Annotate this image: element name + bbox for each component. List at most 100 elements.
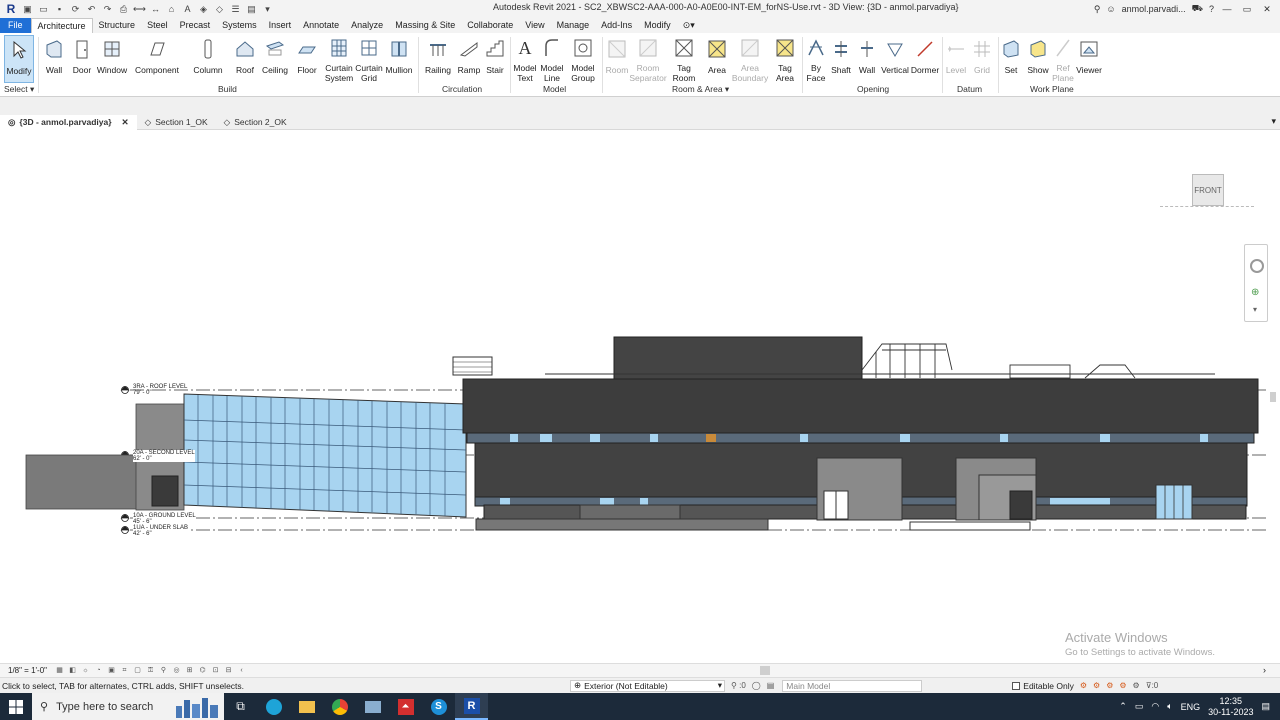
scroll-left-icon[interactable]: ‹ bbox=[236, 666, 247, 675]
lock-view-icon[interactable]: ⚿ bbox=[145, 666, 156, 675]
shaft-button[interactable]: Shaft bbox=[828, 35, 854, 83]
column-button[interactable]: Column bbox=[192, 35, 224, 83]
grid-button[interactable]: Grid bbox=[970, 35, 994, 83]
sun-path-icon[interactable]: ☼ bbox=[80, 666, 91, 675]
vertical-scrollbar[interactable] bbox=[1270, 392, 1276, 402]
chrome-button[interactable] bbox=[323, 693, 356, 720]
area-boundary-button[interactable]: Area Boundary bbox=[732, 35, 768, 83]
model-line-button[interactable]: Model Line bbox=[538, 35, 566, 83]
mullion-button[interactable]: Mullion bbox=[384, 35, 414, 83]
redo-icon[interactable]: ↷ bbox=[101, 3, 114, 16]
curtain-grid-button[interactable]: Curtain Grid bbox=[354, 35, 384, 83]
volume-icon[interactable]: 🔈︎ bbox=[1167, 701, 1172, 712]
model-group-button[interactable]: Model Group bbox=[568, 35, 598, 83]
skype-button[interactable]: S bbox=[422, 693, 455, 720]
tab-modify[interactable]: Modify bbox=[638, 18, 677, 33]
curtain-system-button[interactable]: Curtain System bbox=[322, 35, 356, 83]
tab-add-ins[interactable]: Add-Ins bbox=[595, 18, 638, 33]
start-button[interactable] bbox=[0, 693, 32, 720]
network-icon[interactable]: ▭ bbox=[1135, 701, 1144, 712]
select-by-face-icon[interactable]: ⚙ bbox=[1119, 681, 1126, 690]
vertical-opening-button[interactable]: Vertical bbox=[880, 35, 910, 83]
area-button[interactable]: Area bbox=[704, 35, 730, 83]
reveal-hidden-icon[interactable]: ◎ bbox=[171, 666, 182, 675]
highlight-displacement-icon[interactable]: ⊡ bbox=[210, 666, 221, 675]
tab-annotate[interactable]: Annotate bbox=[297, 18, 345, 33]
floor-button[interactable]: Floor bbox=[294, 35, 320, 83]
level-button[interactable]: Level bbox=[944, 35, 968, 83]
drag-elements-icon[interactable]: ⚙ bbox=[1133, 681, 1140, 690]
by-face-button[interactable]: By Face bbox=[804, 35, 828, 83]
notifications-icon[interactable]: ▤ bbox=[1261, 701, 1270, 712]
tab-collaborate[interactable]: Collaborate bbox=[461, 18, 519, 33]
dimension-icon[interactable]: ↔ bbox=[149, 3, 162, 16]
stair-button[interactable]: Stair bbox=[484, 35, 506, 83]
ref-plane-button[interactable]: Ref Plane bbox=[1050, 35, 1076, 83]
mail-button[interactable] bbox=[356, 693, 389, 720]
tab-structure[interactable]: Structure bbox=[93, 18, 142, 33]
workset-selector[interactable]: ⊕ Exterior (Not Editable) ▾ bbox=[570, 679, 725, 692]
selection-count[interactable]: ⚲ :0 bbox=[731, 681, 746, 690]
select-pinned-icon[interactable]: ⚙ bbox=[1106, 681, 1113, 690]
measure-icon[interactable]: ⟷ bbox=[133, 3, 146, 16]
view-tab-section-1[interactable]: ◇ Section 1_OK bbox=[137, 115, 216, 130]
ramp-button[interactable]: Ramp bbox=[456, 35, 482, 83]
maximize-button[interactable]: ▭ bbox=[1240, 4, 1254, 15]
acrobat-button[interactable]: ⏶ bbox=[389, 693, 422, 720]
section-icon[interactable]: ◇ bbox=[213, 3, 226, 16]
clock[interactable]: 12:35 30-11-2023 bbox=[1208, 696, 1253, 718]
cart-icon[interactable]: ⛟ bbox=[1192, 3, 1203, 15]
tabs-menu-icon[interactable]: ▾ bbox=[1271, 116, 1276, 127]
user-name[interactable]: anmol.parvadi... bbox=[1122, 4, 1186, 14]
editable-only-checkbox[interactable] bbox=[1012, 681, 1021, 690]
panel-label-room-area[interactable]: Room & Area ▾ bbox=[672, 84, 729, 95]
room-separator-button[interactable]: Room Separator bbox=[629, 35, 667, 83]
edge-button[interactable] bbox=[257, 693, 290, 720]
help-icon[interactable]: ? bbox=[1209, 4, 1214, 14]
room-button[interactable]: Room bbox=[604, 35, 630, 83]
window-button[interactable]: Window bbox=[96, 35, 128, 83]
customize-qat-icon[interactable]: ▾ bbox=[261, 3, 274, 16]
ceiling-button[interactable]: Ceiling bbox=[260, 35, 290, 83]
close-tab-icon[interactable]: ✕ bbox=[122, 117, 129, 128]
viewcube-face[interactable]: FRONT bbox=[1192, 174, 1224, 206]
viewcube[interactable]: FRONT bbox=[1160, 170, 1254, 216]
view-scale[interactable]: 1/8" = 1'-0" bbox=[0, 666, 54, 675]
active-design-option-icon[interactable]: ▤ bbox=[767, 681, 775, 690]
design-options-icon[interactable]: ◯ bbox=[752, 681, 761, 690]
close-button[interactable]: ✕ bbox=[1260, 4, 1274, 15]
open-icon[interactable]: ▭ bbox=[37, 3, 50, 16]
crop-view-icon[interactable]: ⌗ bbox=[119, 666, 130, 675]
tab-view[interactable]: View bbox=[519, 18, 550, 33]
view-tab-3d[interactable]: ◎ {3D - anmol.parvadiya} ✕ bbox=[0, 114, 137, 130]
file-explorer-button[interactable] bbox=[290, 693, 323, 720]
3d-view-icon[interactable]: ◈ bbox=[197, 3, 210, 16]
switch-windows-icon[interactable]: ▤ bbox=[245, 3, 258, 16]
render-icon[interactable]: ▣ bbox=[106, 666, 117, 675]
analytical-model-icon[interactable]: ⌬ bbox=[197, 666, 208, 675]
tab-massing-site[interactable]: Massing & Site bbox=[389, 18, 461, 33]
show-crop-icon[interactable]: ▢ bbox=[132, 666, 143, 675]
tab-analyze[interactable]: Analyze bbox=[345, 18, 389, 33]
user-icon[interactable]: ☺ bbox=[1106, 4, 1115, 14]
taskbar-search[interactable]: ⚲ Type here to search bbox=[32, 693, 224, 720]
ribbon-toggle-icon[interactable]: ⊙▾ bbox=[677, 18, 701, 33]
editable-only-toggle[interactable]: Editable Only bbox=[1012, 681, 1074, 691]
dormer-button[interactable]: Dormer bbox=[910, 35, 940, 83]
detail-level-icon[interactable]: ▦ bbox=[54, 666, 65, 675]
select-dropdown[interactable]: Select ▾ bbox=[4, 84, 34, 95]
component-button[interactable]: Component bbox=[134, 35, 180, 83]
minimize-button[interactable]: — bbox=[1220, 4, 1234, 14]
tab-manage[interactable]: Manage bbox=[551, 18, 596, 33]
print-icon[interactable]: ⎙ bbox=[117, 3, 130, 16]
select-underlay-icon[interactable]: ⚙ bbox=[1093, 681, 1100, 690]
scroll-right-icon[interactable]: › bbox=[1263, 665, 1266, 675]
worksharing-display-icon[interactable]: ⊞ bbox=[184, 666, 195, 675]
show-work-plane-button[interactable]: Show bbox=[1024, 35, 1052, 83]
tag-area-button[interactable]: Tag Area bbox=[772, 35, 798, 83]
revit-logo[interactable]: R bbox=[4, 2, 18, 16]
revit-taskbar-button[interactable]: R bbox=[455, 693, 488, 720]
chevron-up-icon[interactable]: ⌃ bbox=[1119, 701, 1127, 712]
task-view-button[interactable]: ⧉ bbox=[224, 693, 257, 720]
home-icon[interactable]: ▣ bbox=[21, 3, 34, 16]
